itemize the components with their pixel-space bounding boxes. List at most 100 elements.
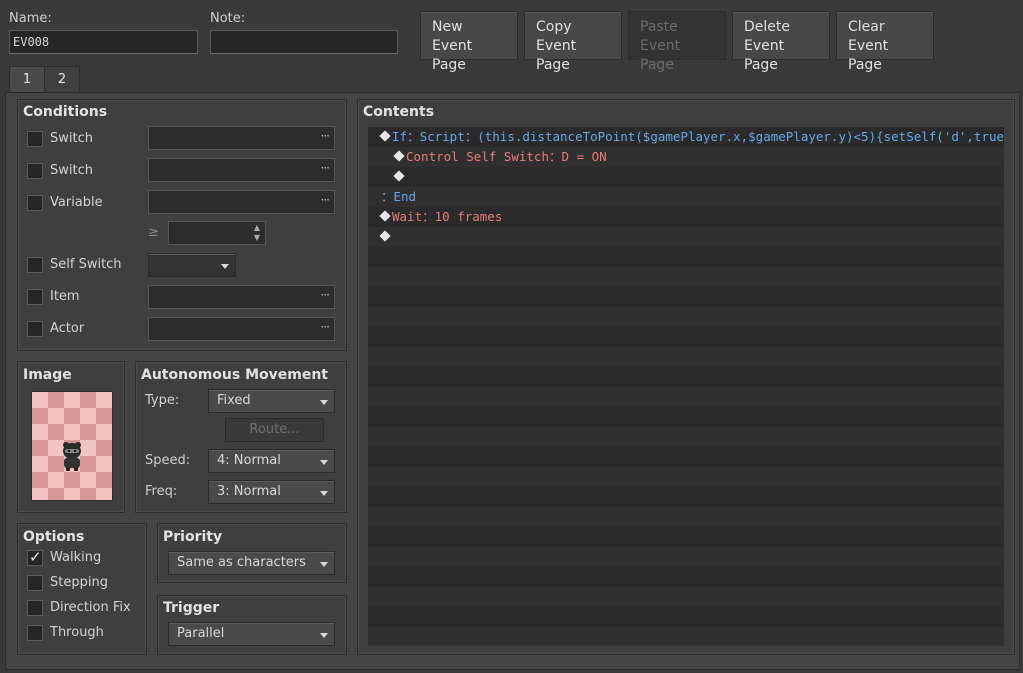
command-row-bg — [368, 187, 1004, 207]
ellipsis-icon: ··· — [320, 161, 331, 175]
button-label-line2: Event Page — [744, 38, 785, 73]
diamond-icon — [393, 150, 405, 162]
name-label: Name: — [9, 11, 52, 26]
event-image-preview[interactable] — [31, 391, 113, 501]
command-empty-end[interactable] — [379, 227, 392, 247]
command-row-bg — [368, 587, 1004, 607]
copy-event-page-button[interactable]: Copy Event Page — [524, 11, 622, 73]
actor-checkbox[interactable] — [27, 321, 43, 337]
ellipsis-icon: ··· — [320, 320, 331, 334]
new-event-page-button[interactable]: New Event Page — [420, 11, 518, 73]
name-field[interactable]: EV008 — [9, 30, 198, 54]
spinner-arrows-icon[interactable]: ▲ ▼ — [254, 223, 260, 243]
direction-fix-checkbox[interactable] — [27, 600, 43, 616]
checkmark-icon: ✓ — [29, 548, 42, 566]
direction-fix-label: Direction Fix — [50, 600, 131, 615]
tab-page-1[interactable]: 1 — [9, 66, 45, 93]
button-label-line1: Copy — [536, 19, 572, 35]
variable-value-spinner[interactable]: ▲ ▼ — [168, 221, 266, 245]
command-row-bg — [368, 427, 1004, 447]
diamond-icon — [379, 210, 391, 222]
switch2-checkbox[interactable] — [27, 163, 43, 179]
command-body: Script：(this.distanceToPoint($gamePlayer… — [419, 129, 1004, 144]
command-body: D = ON — [561, 149, 607, 164]
actor-label: Actor — [50, 321, 85, 336]
command-row-bg — [368, 407, 1004, 427]
priority-title: Priority — [163, 529, 223, 545]
actor-picker[interactable]: ··· — [148, 317, 335, 341]
variable-picker[interactable]: ··· — [148, 190, 335, 214]
variable-checkbox[interactable] — [27, 195, 43, 211]
switch2-picker[interactable]: ··· — [148, 158, 335, 182]
diamond-icon — [379, 130, 391, 142]
command-wait[interactable]: Wait：10 frames — [379, 207, 503, 227]
chevron-down-icon — [320, 460, 328, 465]
ellipsis-icon: ··· — [320, 193, 331, 207]
command-keyword: If — [392, 129, 408, 144]
route-button[interactable]: Route... — [225, 418, 324, 442]
command-row-bg — [368, 347, 1004, 367]
self-switch-checkbox[interactable] — [27, 257, 43, 273]
item-checkbox[interactable] — [27, 289, 43, 305]
command-keyword: Wait — [392, 209, 423, 224]
chevron-down-icon — [221, 264, 229, 269]
autonomous-movement-title: Autonomous Movement — [141, 367, 328, 383]
trigger-value: Parallel — [177, 626, 225, 641]
tab-page-2[interactable]: 2 — [44, 66, 80, 93]
freq-select[interactable]: 3: Normal — [208, 480, 335, 504]
command-row-bg — [368, 367, 1004, 387]
event-command-list[interactable]: If ： Script：(this.distanceToPoint($gamePla… — [368, 127, 1004, 646]
character-sprite-icon — [63, 442, 81, 471]
command-row-bg — [368, 447, 1004, 467]
self-switch-select[interactable] — [148, 253, 236, 277]
command-empty-inner[interactable] — [393, 167, 406, 187]
walking-checkbox[interactable]: ✓ — [27, 548, 43, 566]
speed-select[interactable]: 4: Normal — [208, 449, 335, 473]
priority-select[interactable]: Same as characters — [168, 551, 335, 575]
item-picker[interactable]: ··· — [148, 285, 335, 309]
self-switch-label: Self Switch — [50, 257, 122, 272]
through-label: Through — [50, 625, 104, 640]
variable-label: Variable — [50, 195, 103, 210]
chevron-down-icon — [320, 633, 328, 638]
command-row-bg — [368, 247, 1004, 267]
item-label: Item — [50, 289, 80, 304]
type-select[interactable]: Fixed — [208, 389, 335, 413]
options-title: Options — [23, 529, 85, 545]
button-label-line2: Event Page — [848, 38, 889, 73]
speed-label: Speed: — [145, 453, 191, 468]
diamond-icon — [379, 230, 391, 242]
delete-event-page-button[interactable]: Delete Event Page — [732, 11, 830, 73]
command-separator: ： — [422, 209, 435, 224]
command-row-bg — [368, 487, 1004, 507]
button-label-line1: Paste — [640, 19, 678, 35]
command-row-bg — [368, 307, 1004, 327]
note-field[interactable] — [210, 30, 398, 54]
button-label-line1: Clear — [848, 19, 885, 35]
command-keyword: Control Self Switch — [406, 149, 549, 164]
command-if-script[interactable]: If：Script：(this.distanceToPoint($gamePla… — [379, 127, 1004, 147]
greater-equal-symbol: ≥ — [148, 225, 159, 240]
switch2-label: Switch — [50, 163, 93, 178]
paste-event-page-button[interactable]: Paste Event Page — [628, 11, 726, 73]
priority-value: Same as characters — [177, 555, 306, 570]
command-row-bg — [368, 287, 1004, 307]
switch1-picker[interactable]: ··· — [148, 126, 335, 150]
button-label-line2: Event Page — [536, 38, 577, 73]
command-row-bg — [368, 167, 1004, 187]
command-row-bg — [368, 327, 1004, 347]
switch1-checkbox[interactable] — [27, 131, 43, 147]
button-label-line1: Delete — [744, 19, 790, 35]
walking-label: Walking — [50, 550, 102, 565]
freq-label: Freq: — [145, 484, 178, 499]
stepping-checkbox[interactable] — [27, 575, 43, 591]
through-checkbox[interactable] — [27, 625, 43, 641]
command-row-bg — [368, 507, 1004, 527]
command-end[interactable]: ：End — [381, 187, 416, 207]
command-control-self-switch[interactable]: Control Self Switch：D = ON — [393, 147, 607, 167]
command-body: 10 frames — [434, 209, 503, 224]
stepping-label: Stepping — [50, 575, 108, 590]
trigger-select[interactable]: Parallel — [168, 622, 335, 646]
contents-title: Contents — [363, 104, 435, 120]
clear-event-page-button[interactable]: Clear Event Page — [836, 11, 934, 73]
